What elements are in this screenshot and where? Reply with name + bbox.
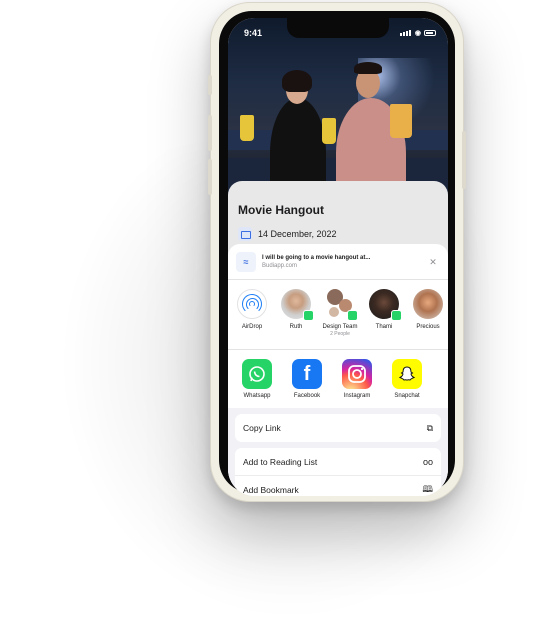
whatsapp-badge-icon bbox=[303, 310, 314, 321]
person-name: Ruth bbox=[289, 324, 303, 330]
copy-link-action[interactable]: Copy Link ⧉ bbox=[235, 414, 441, 442]
share-title: I will be going to a movie hangout at... bbox=[262, 255, 371, 261]
share-target-ruth[interactable]: Ruth bbox=[279, 289, 314, 343]
phone-screen: 9:41 ◉ Movie Hangout 14 December, 2022 ≈… bbox=[228, 18, 448, 496]
share-sheet: ≈ I will be going to a movie hangout at.… bbox=[228, 244, 448, 496]
event-title: Movie Hangout bbox=[238, 203, 324, 217]
event-date-row: 14 December, 2022 bbox=[238, 227, 438, 241]
share-target-airdrop[interactable]: AirDrop bbox=[235, 289, 269, 343]
volume-down-button bbox=[208, 159, 212, 195]
group-avatar bbox=[325, 289, 358, 321]
status-time: 9:41 bbox=[244, 28, 263, 38]
close-icon[interactable]: ✕ bbox=[426, 255, 440, 269]
whatsapp-badge-icon bbox=[391, 310, 402, 321]
mute-switch bbox=[208, 75, 212, 95]
share-target-precious[interactable]: Precious bbox=[411, 289, 445, 343]
avatar bbox=[369, 289, 402, 321]
whatsapp-icon bbox=[242, 359, 272, 389]
action-group: Add to Reading List oo Add Bookmark 🕮 bbox=[235, 448, 441, 496]
action-label: Copy Link bbox=[243, 423, 281, 433]
add-reading-list-action[interactable]: Add to Reading List oo bbox=[235, 448, 441, 476]
share-target-thami[interactable]: Thami bbox=[367, 289, 402, 343]
signal-icon bbox=[399, 28, 412, 38]
avatar bbox=[413, 289, 443, 319]
app-label: Facebook bbox=[293, 393, 321, 399]
share-people-row: AirDrop Ruth Design Team 2 People Thami … bbox=[228, 280, 448, 350]
app-facebook[interactable]: f Facebook bbox=[289, 359, 325, 408]
popcorn-box bbox=[390, 104, 412, 138]
whatsapp-badge-icon bbox=[347, 310, 358, 321]
add-bookmark-action[interactable]: Add Bookmark 🕮 bbox=[235, 476, 441, 496]
app-label: Snapchat bbox=[394, 393, 420, 399]
copy-icon: ⧉ bbox=[426, 422, 433, 433]
app-label: Whatsapp bbox=[243, 393, 271, 399]
action-label: Add Bookmark bbox=[243, 484, 299, 495]
action-label: Add to Reading List bbox=[243, 456, 318, 467]
event-date: 14 December, 2022 bbox=[258, 229, 337, 239]
status-icons: ◉ bbox=[399, 28, 436, 38]
app-whatsapp[interactable]: Whatsapp bbox=[239, 359, 275, 408]
share-apps-row: Whatsapp f Facebook Instagram Snapchat bbox=[228, 350, 448, 408]
app-label: Instagram bbox=[343, 393, 371, 399]
person-name: AirDrop bbox=[241, 324, 263, 330]
app-instagram[interactable]: Instagram bbox=[339, 359, 375, 408]
power-button bbox=[462, 131, 466, 189]
group-icon: ≈ bbox=[236, 252, 256, 272]
app-snapchat[interactable]: Snapchat bbox=[389, 359, 425, 408]
wifi-icon: ◉ bbox=[414, 30, 421, 37]
notch bbox=[287, 18, 389, 38]
airdrop-icon bbox=[237, 289, 267, 319]
share-url: Budiapp.com bbox=[262, 263, 298, 269]
person-sub: 2 People bbox=[330, 331, 350, 337]
instagram-icon bbox=[342, 359, 372, 389]
volume-up-button bbox=[208, 115, 212, 151]
glasses-icon: oo bbox=[422, 456, 433, 467]
share-target-design-team[interactable]: Design Team 2 People bbox=[322, 289, 358, 343]
share-sheet-header: ≈ I will be going to a movie hangout at.… bbox=[228, 244, 448, 280]
calendar-icon bbox=[238, 227, 252, 241]
facebook-icon: f bbox=[292, 359, 322, 389]
person-name: Design Team bbox=[322, 324, 358, 330]
share-action-list: Copy Link ⧉ Add to Reading List oo Add B… bbox=[228, 408, 448, 496]
person-name: Thami bbox=[375, 324, 393, 330]
book-icon: 🕮 bbox=[422, 483, 433, 494]
drink-cup bbox=[322, 118, 336, 144]
phone-device: 9:41 ◉ Movie Hangout 14 December, 2022 ≈… bbox=[208, 2, 466, 502]
snapchat-icon bbox=[392, 359, 422, 389]
avatar bbox=[281, 289, 314, 321]
battery-icon bbox=[424, 30, 436, 36]
drink-cup bbox=[240, 115, 254, 141]
person-name: Precious bbox=[416, 324, 440, 330]
